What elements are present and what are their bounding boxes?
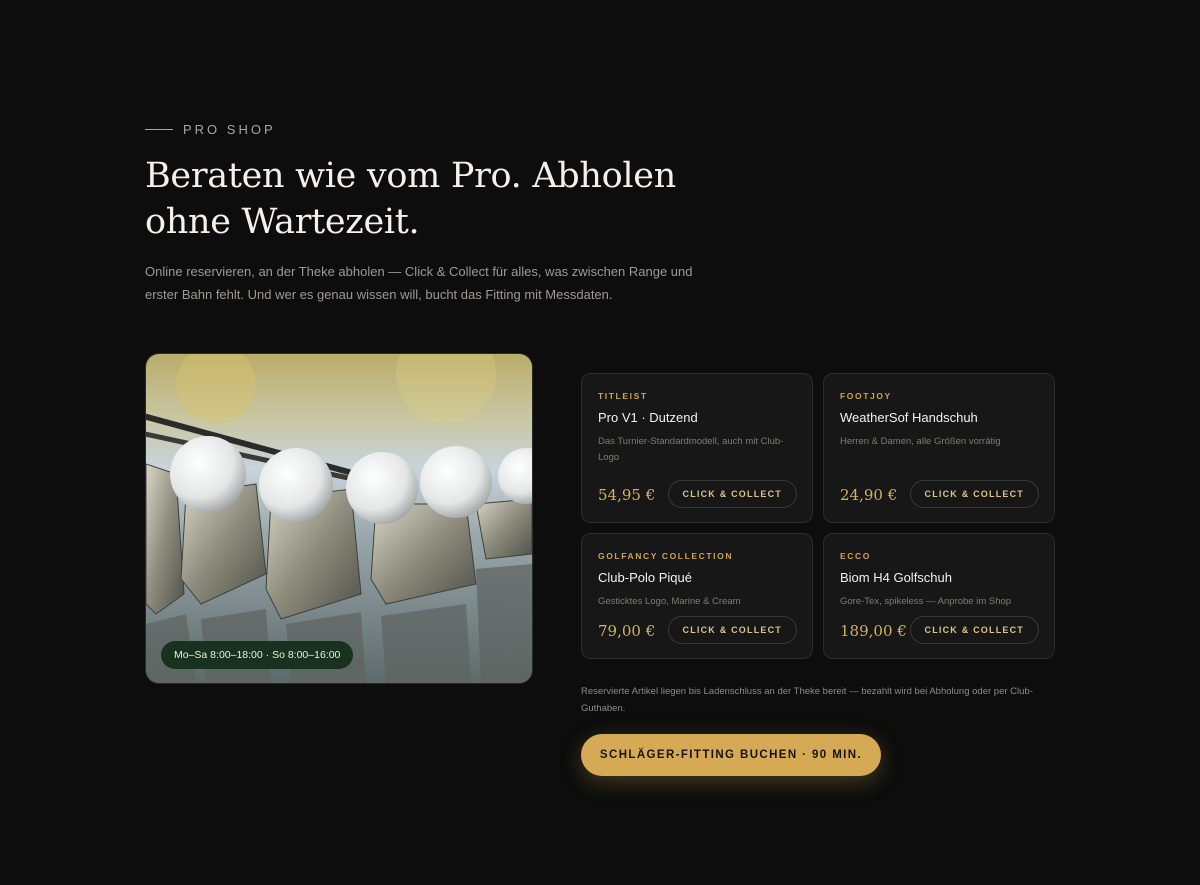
product-name: Pro V1 · Dutzend — [598, 410, 698, 425]
click-collect-button[interactable]: CLICK & COLLECT — [667, 480, 797, 508]
click-collect-button[interactable]: CLICK & COLLECT — [909, 616, 1039, 644]
eyebrow-label: PRO SHOP — [183, 122, 276, 137]
product-name: Club-Polo Piqué — [598, 570, 692, 585]
product-brand: ECCO — [840, 551, 871, 561]
product-card[interactable]: FOOTJOY WeatherSof Handschuh Herren & Da… — [823, 373, 1055, 523]
section-lede: Online reservieren, an der Theke abholen… — [145, 264, 693, 302]
product-description: Gesticktes Logo, Marine & Cream — [598, 596, 741, 607]
click-collect-button[interactable]: CLICK & COLLECT — [909, 480, 1039, 508]
product-price: 54,95 € — [598, 486, 656, 504]
product-brand: FOOTJOY — [840, 391, 892, 401]
product-description: Das Turnier-Standardmodell, auch mit Clu… — [598, 436, 784, 463]
product-price: 79,00 € — [598, 622, 656, 640]
opening-hours-badge: Mo–Sa 8:00–18:00 · So 8:00–16:00 — [161, 641, 354, 669]
product-price: 189,00 € — [840, 622, 907, 640]
section-eyebrow: PRO SHOP — [145, 122, 276, 137]
pickup-note: Reservierte Artikel liegen bis Ladenschl… — [581, 686, 1033, 714]
product-description: Gore-Tex, spikeless — Anprobe im Shop — [840, 596, 1012, 607]
product-card[interactable]: GOLFANCY COLLECTION Club-Polo Piqué Gest… — [581, 533, 813, 659]
product-card[interactable]: ECCO Biom H4 Golfschuh Gore-Tex, spikele… — [823, 533, 1055, 659]
golf-irons-image — [146, 354, 532, 683]
product-brand: GOLFANCY COLLECTION — [598, 551, 734, 561]
section-title: Beraten wie vom Pro. Abholen ohne Wartez… — [145, 156, 676, 242]
product-description: Herren & Damen, alle Größen vorrätig — [840, 436, 1001, 447]
product-price: 24,90 € — [840, 486, 898, 504]
product-name: WeatherSof Handschuh — [840, 410, 978, 425]
eyebrow-rule — [145, 129, 173, 130]
product-name: Biom H4 Golfschuh — [840, 570, 952, 585]
click-collect-button[interactable]: CLICK & COLLECT — [667, 616, 797, 644]
product-card[interactable]: TITLEIST Pro V1 · Dutzend Das Turnier-St… — [581, 373, 813, 523]
product-grid: TITLEIST Pro V1 · Dutzend Das Turnier-St… — [581, 373, 1055, 659]
product-brand: TITLEIST — [598, 391, 648, 401]
product-photo: Mo–Sa 8:00–18:00 · So 8:00–16:00 — [145, 353, 533, 684]
book-fitting-button[interactable]: SCHLÄGER-FITTING BUCHEN · 90 MIN. — [581, 734, 881, 776]
